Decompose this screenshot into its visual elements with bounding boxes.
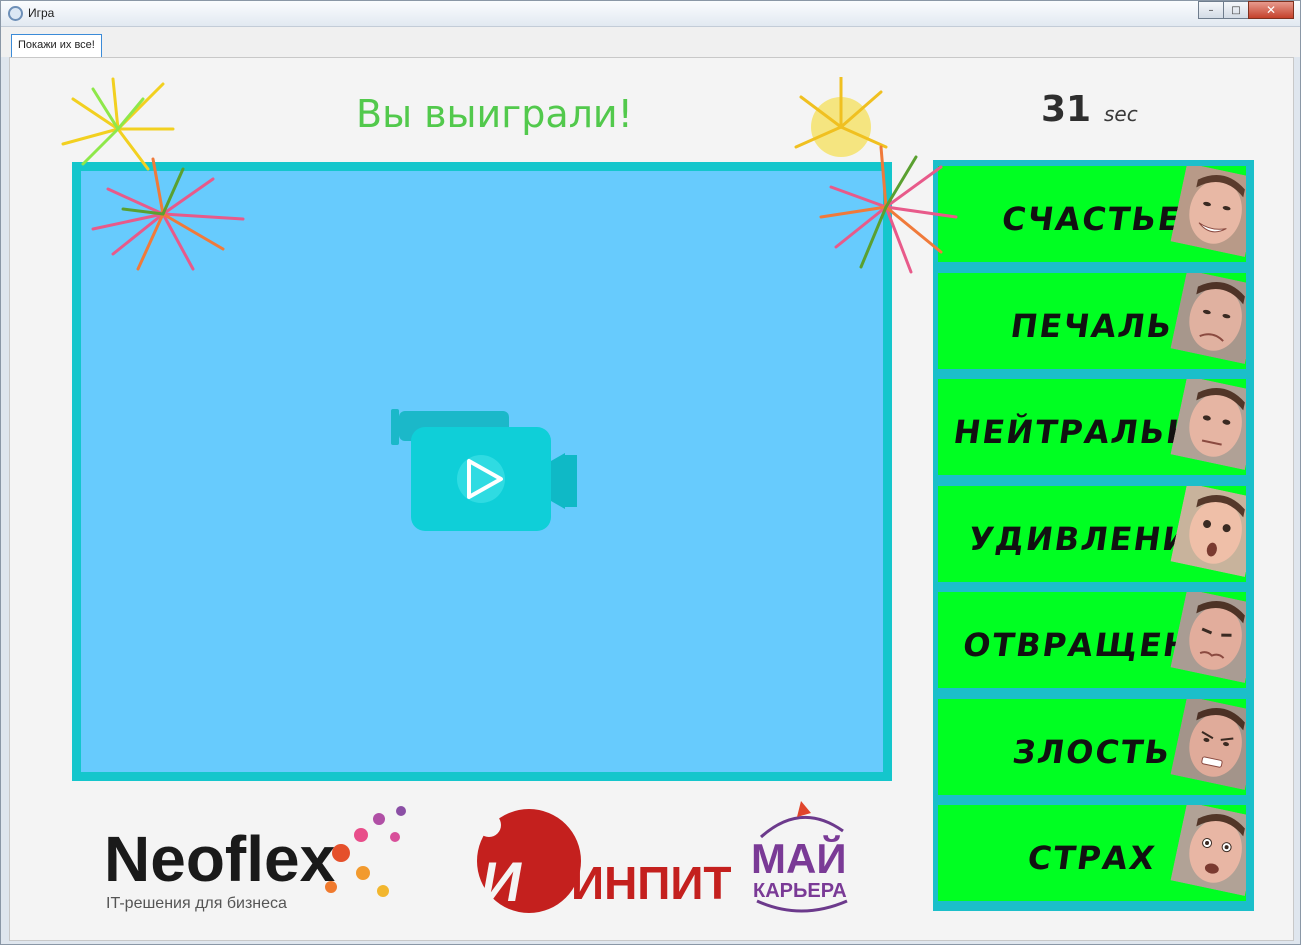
inpit-logo: И ИНПИТ [477,809,732,913]
app-icon [8,6,23,21]
face-disgusted-icon [1170,592,1246,684]
career-wordmark: КАРЬЕРА [753,880,847,902]
emotion-button-fear[interactable]: СТРАХ [938,805,1246,901]
firework-icon [61,77,245,271]
mai-wordmark: МАЙ [751,834,847,882]
firework-icon [794,77,958,274]
face-scared-icon [1170,805,1246,897]
emotion-button-surprise[interactable]: УДИВЛЕНИЕ [938,486,1246,582]
video-camera-play-icon[interactable] [391,409,591,539]
game-status: Вы выиграли! [356,92,633,136]
tab-strip: Покажи их все! [1,27,1300,57]
face-happy-icon [1170,166,1246,258]
emotion-button-neutral[interactable]: НЕЙТРАЛЬНЫ [938,379,1246,475]
timer-value: 31 [1041,89,1092,130]
neoflex-wordmark: Neoflex [104,823,336,895]
timer-unit: sec [1104,102,1138,126]
minimize-button[interactable]: – [1198,1,1224,19]
title-bar[interactable]: Игра – □ ✕ [1,1,1300,27]
close-button[interactable]: ✕ [1248,1,1294,19]
face-neutral-icon [1170,379,1246,471]
maximize-button[interactable]: □ [1223,1,1249,19]
window-title: Игра [28,6,55,20]
emotion-button-sadness[interactable]: ПЕЧАЛЬ [938,273,1246,369]
app-window: Игра – □ ✕ Покажи их все! Вы выиграли! 3… [0,0,1301,945]
mai-career-logo: МАЙ КАРЬЕРА [751,801,848,913]
face-sad-icon [1170,273,1246,365]
face-angry-icon [1170,699,1246,791]
neoflex-logo: Neoflex IT-решения для бизнеса [104,806,406,912]
sponsor-logos: Neoflex IT-решения для бизнеса И ИНПИТ М… [104,801,848,913]
tab-show-them-all[interactable]: Покажи их все! [11,34,102,57]
neoflex-tagline: IT-решения для бизнеса [106,895,287,912]
inpit-wordmark: ИНПИТ [571,857,732,909]
emotion-button-happiness[interactable]: СЧАСТЬЕ [938,166,1246,262]
emotion-button-disgust[interactable]: ОТВРАЩЕНИ [938,592,1246,688]
window-controls: – □ ✕ [1198,1,1294,19]
emotion-list: СЧАСТЬЕ ПЕЧАЛЬ НЕЙТРАЛЬНЫ УДИВЛЕНИЕ ОТВР… [933,160,1254,911]
face-surprised-icon [1170,486,1246,578]
emotion-button-anger[interactable]: ЗЛОСТЬ [938,699,1246,795]
